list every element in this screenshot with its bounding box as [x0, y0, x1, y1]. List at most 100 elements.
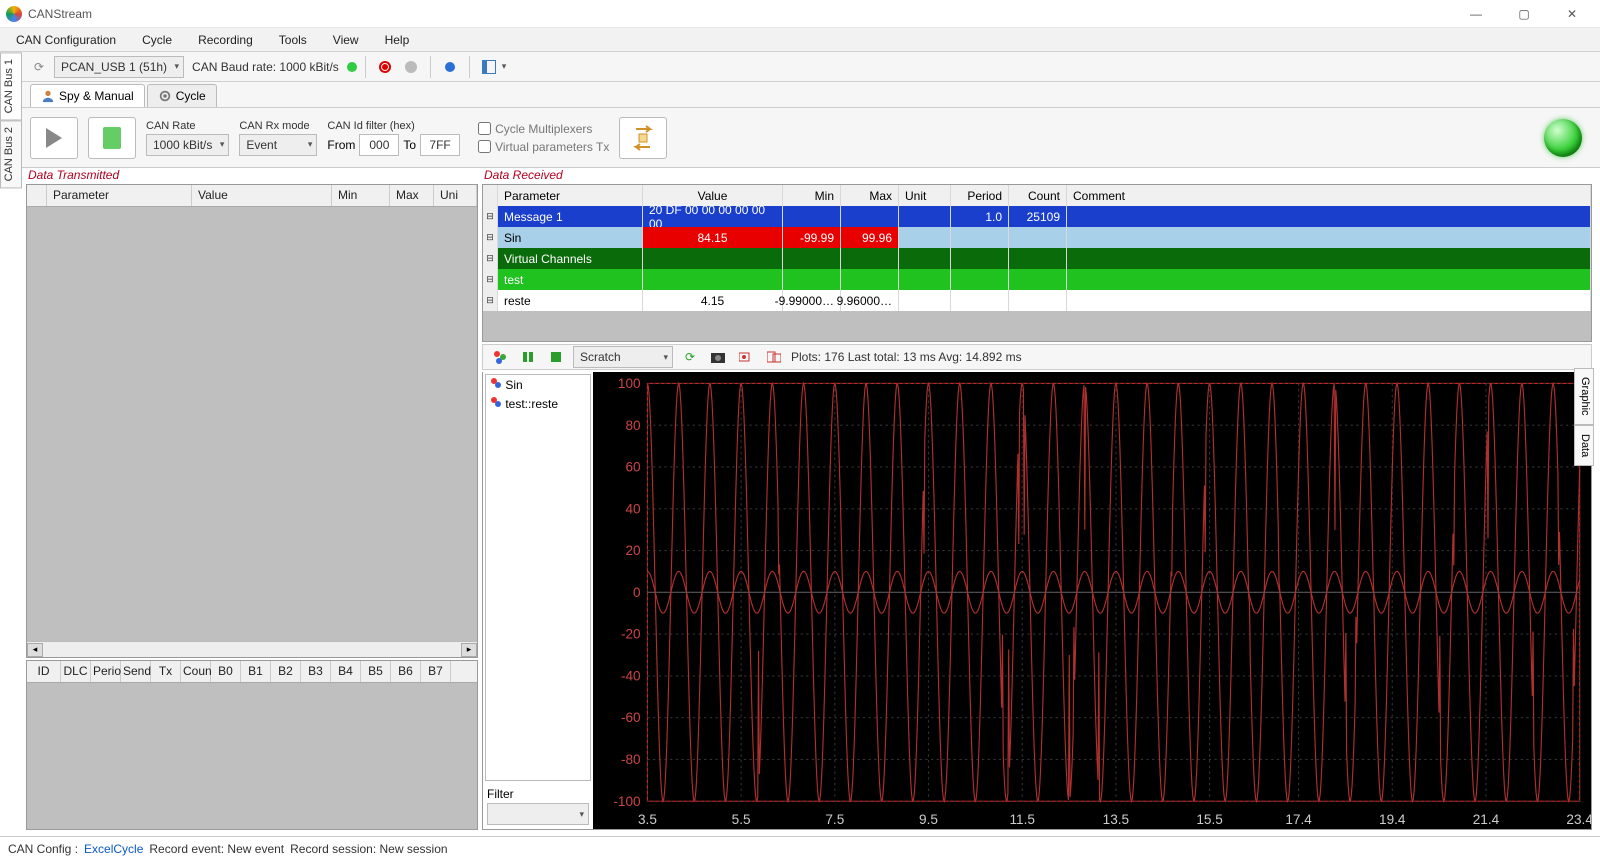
menu-tools[interactable]: Tools: [269, 31, 317, 49]
table-row[interactable]: ⊟Message 120 DF 00 00 00 00 00 001.02510…: [483, 206, 1591, 227]
connection-led-icon: [1544, 119, 1582, 157]
tx-grid[interactable]: Parameter Value Min Max Uni ◂ ▸: [26, 184, 478, 658]
menu-cycle[interactable]: Cycle: [132, 31, 182, 49]
swap-icon: [630, 125, 656, 151]
tx-col-max[interactable]: Max: [390, 185, 434, 206]
frame-col[interactable]: B2: [271, 661, 301, 682]
device-dropdown[interactable]: PCAN_USB 1 (51h): [54, 56, 184, 78]
swap-button[interactable]: [619, 117, 667, 159]
svg-text:15.5: 15.5: [1196, 812, 1223, 827]
can-rate-dropdown[interactable]: 1000 kBit/s: [146, 134, 229, 156]
idfilter-from-input[interactable]: [359, 134, 399, 156]
tab-data[interactable]: Data: [1574, 425, 1594, 466]
menu-recording[interactable]: Recording: [188, 31, 263, 49]
svg-text:-40: -40: [621, 669, 641, 684]
table-row[interactable]: ⊟reste4.15-9.99000…9.96000…: [483, 290, 1591, 311]
frame-col[interactable]: DLC: [61, 661, 91, 682]
to-label: To: [403, 138, 416, 152]
graph-refresh-button[interactable]: ⟳: [679, 346, 701, 368]
maximize-button[interactable]: ▢: [1502, 3, 1546, 25]
rx-col-comment[interactable]: Comment: [1067, 185, 1591, 206]
frame-col[interactable]: B7: [421, 661, 451, 682]
graph-export-button[interactable]: [763, 346, 785, 368]
status-config-link[interactable]: ExcelCycle: [84, 842, 143, 856]
scroll-right-button[interactable]: ▸: [461, 643, 477, 657]
close-button[interactable]: ✕: [1550, 3, 1594, 25]
table-row[interactable]: ⊟Virtual Channels: [483, 248, 1591, 269]
marker-button[interactable]: [439, 56, 461, 78]
frame-col[interactable]: B3: [301, 661, 331, 682]
rx-mode-dropdown[interactable]: Event: [239, 134, 317, 156]
virtual-tx-checkbox[interactable]: Virtual parameters Tx: [478, 140, 609, 154]
record-stop-button[interactable]: [400, 56, 422, 78]
filter-dropdown[interactable]: [487, 803, 589, 825]
minimize-button[interactable]: —: [1454, 3, 1498, 25]
rx-col-min[interactable]: Min: [783, 185, 841, 206]
graph-snapshot-button[interactable]: [707, 346, 729, 368]
frame-col[interactable]: Coun: [181, 661, 211, 682]
status-session: Record session: New session: [290, 842, 447, 856]
frame-col[interactable]: Send: [121, 661, 151, 682]
refresh-device-button[interactable]: ⟳: [28, 56, 50, 78]
frame-col[interactable]: Tx: [151, 661, 181, 682]
graph-stats: Plots: 176 Last total: 13 ms Avg: 14.892…: [791, 350, 1022, 364]
menu-can-configuration[interactable]: CAN Configuration: [6, 31, 126, 49]
frame-col[interactable]: ID: [27, 661, 61, 682]
rx-col-max[interactable]: Max: [841, 185, 899, 206]
tab-can-bus-2[interactable]: CAN Bus 2: [0, 120, 22, 188]
rx-grid[interactable]: Parameter Value Min Max Unit Period Coun…: [482, 184, 1592, 342]
frame-grid[interactable]: IDDLCPerioSendTxCounB0B1B2B3B4B5B6B7: [26, 660, 478, 830]
can-rate-label: CAN Rate: [146, 120, 229, 132]
tx-col-min[interactable]: Min: [332, 185, 390, 206]
tx-col-parameter[interactable]: Parameter: [47, 185, 192, 206]
signal-item[interactable]: test::reste: [486, 394, 590, 413]
frame-col[interactable]: Perio: [91, 661, 121, 682]
menu-help[interactable]: Help: [375, 31, 420, 49]
signal-list[interactable]: Sin test::reste: [485, 374, 591, 781]
plot-canvas[interactable]: -100-80-60-40-200204060801003.55.57.59.5…: [593, 372, 1591, 829]
graph-signals-button[interactable]: [489, 346, 511, 368]
tab-can-bus-1[interactable]: CAN Bus 1: [0, 52, 22, 120]
menubar: CAN Configuration Cycle Recording Tools …: [0, 28, 1600, 52]
frame-col[interactable]: B5: [361, 661, 391, 682]
svg-text:19.4: 19.4: [1379, 812, 1406, 827]
layout-dropdown-icon[interactable]: ▾: [502, 61, 507, 72]
layout-button[interactable]: [478, 56, 500, 78]
graph-pause-button[interactable]: [517, 346, 539, 368]
signal-item[interactable]: Sin: [486, 375, 590, 394]
frame-col[interactable]: B6: [391, 661, 421, 682]
stop-button[interactable]: [88, 117, 136, 159]
graph-stop-button[interactable]: [545, 346, 567, 368]
table-row[interactable]: ⊟Sin84.15-99.9999.96: [483, 227, 1591, 248]
table-row[interactable]: ⊟test: [483, 269, 1591, 290]
frame-col[interactable]: B1: [241, 661, 271, 682]
svg-text:5.5: 5.5: [732, 812, 751, 827]
rx-col-unit[interactable]: Unit: [899, 185, 951, 206]
idfilter-to-input[interactable]: [420, 134, 460, 156]
cycle-mux-checkbox[interactable]: Cycle Multiplexers: [478, 122, 609, 136]
record-button[interactable]: [374, 56, 396, 78]
config-panel: CAN Rate 1000 kBit/s CAN Rx mode Event C…: [0, 108, 1600, 168]
tx-col-value[interactable]: Value: [192, 185, 332, 206]
graph-record-button[interactable]: [735, 346, 757, 368]
tab-spy-manual[interactable]: Spy & Manual: [30, 84, 145, 107]
menu-view[interactable]: View: [323, 31, 369, 49]
titlebar: CANStream — ▢ ✕: [0, 0, 1600, 28]
rx-section-header: Data Received: [482, 168, 1592, 182]
tx-col-unit[interactable]: Uni: [434, 185, 477, 206]
svg-text:11.5: 11.5: [1009, 812, 1035, 827]
graph-preset-dropdown[interactable]: Scratch: [573, 346, 673, 368]
tab-cycle[interactable]: Cycle: [147, 84, 217, 107]
tab-graphic[interactable]: Graphic: [1574, 368, 1594, 425]
svg-text:3.5: 3.5: [638, 812, 657, 827]
svg-text:23.4: 23.4: [1566, 812, 1591, 827]
rx-col-parameter[interactable]: Parameter: [498, 185, 643, 206]
scroll-left-button[interactable]: ◂: [27, 643, 43, 657]
statusbar: CAN Config : ExcelCycle Record event: Ne…: [0, 836, 1600, 860]
play-button[interactable]: [30, 117, 78, 159]
frame-col[interactable]: B4: [331, 661, 361, 682]
status-config-label: CAN Config :: [8, 842, 78, 856]
frame-col[interactable]: B0: [211, 661, 241, 682]
rx-col-count[interactable]: Count: [1009, 185, 1067, 206]
rx-col-period[interactable]: Period: [951, 185, 1009, 206]
